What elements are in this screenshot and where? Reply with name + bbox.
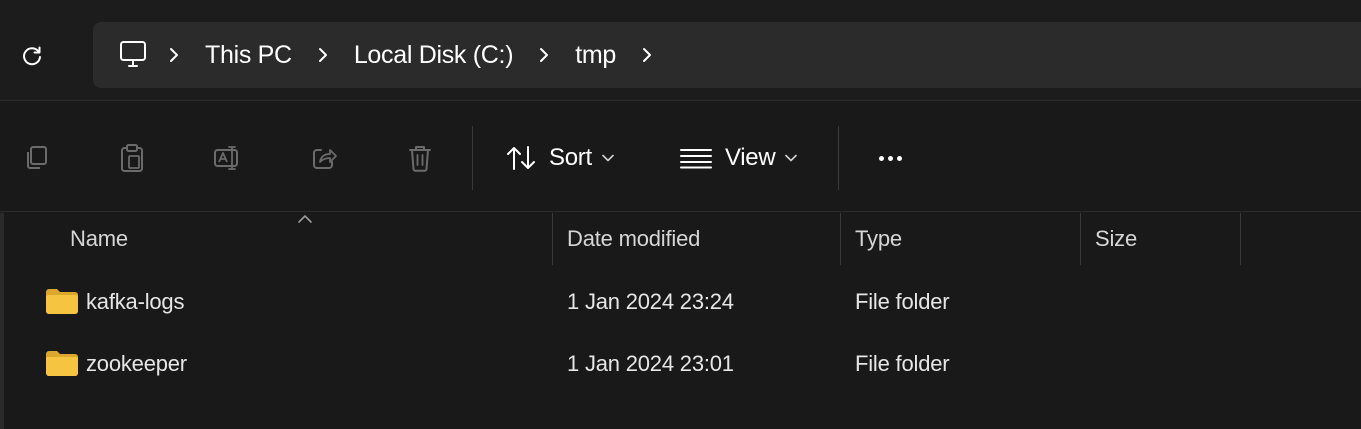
toolbar-separator bbox=[838, 126, 839, 190]
view-list-icon bbox=[680, 149, 712, 169]
view-button[interactable]: View bbox=[679, 136, 798, 180]
chevron-down-icon bbox=[785, 154, 798, 162]
breadcrumb-chevron-icon[interactable] bbox=[640, 48, 654, 62]
breadcrumb-chevron-icon[interactable] bbox=[167, 48, 181, 62]
refresh-button[interactable] bbox=[14, 38, 50, 74]
more-dot bbox=[896, 155, 902, 161]
file-date-modified: 1 Jan 2024 23:01 bbox=[567, 351, 734, 376]
column-date-modified[interactable]: Date modified bbox=[567, 213, 700, 265]
refresh-icon bbox=[23, 46, 41, 66]
column-divider[interactable] bbox=[1080, 213, 1081, 265]
toolbar-separator bbox=[472, 126, 473, 190]
folder-icon bbox=[46, 289, 78, 314]
file-explorer-window: This PC Local Disk (C:) tmp Sort View Na… bbox=[0, 0, 1361, 429]
more-dot bbox=[878, 155, 884, 161]
view-label: View bbox=[725, 144, 776, 171]
chevron-down-icon bbox=[602, 154, 614, 162]
rename-button[interactable] bbox=[210, 140, 246, 176]
file-date-modified: 1 Jan 2024 23:24 bbox=[567, 289, 734, 314]
more-options-button[interactable] bbox=[868, 146, 912, 170]
sort-button[interactable]: Sort bbox=[505, 136, 614, 180]
copy-button[interactable] bbox=[18, 140, 54, 176]
delete-button[interactable] bbox=[402, 140, 438, 176]
more-dot bbox=[887, 155, 893, 161]
paste-button[interactable] bbox=[114, 140, 150, 176]
breadcrumb-chevron-icon[interactable] bbox=[316, 48, 330, 62]
computer-icon bbox=[120, 41, 146, 67]
breadcrumb-local-disk[interactable]: Local Disk (C:) bbox=[346, 35, 521, 76]
computer-button[interactable] bbox=[115, 37, 151, 73]
command-bar: Sort View bbox=[0, 102, 1361, 212]
paste-icon bbox=[121, 144, 143, 172]
breadcrumb-chevron-icon[interactable] bbox=[537, 48, 551, 62]
breadcrumb-this-pc[interactable]: This PC bbox=[197, 35, 300, 76]
file-name: zookeeper bbox=[86, 351, 187, 376]
breadcrumb-tmp[interactable]: tmp bbox=[567, 35, 624, 76]
file-type: File folder bbox=[855, 289, 950, 314]
address-bar: This PC Local Disk (C:) tmp bbox=[0, 0, 1361, 101]
rename-icon bbox=[214, 146, 238, 170]
table-row[interactable]: zookeeper 1 Jan 2024 23:01 File folder bbox=[0, 334, 1361, 394]
folder-icon bbox=[46, 351, 78, 376]
column-size[interactable]: Size bbox=[1095, 213, 1137, 265]
column-divider[interactable] bbox=[1240, 213, 1241, 265]
share-button[interactable] bbox=[306, 140, 342, 176]
breadcrumb: This PC Local Disk (C:) tmp bbox=[93, 22, 1361, 88]
column-type[interactable]: Type bbox=[855, 213, 902, 265]
file-type: File folder bbox=[855, 351, 950, 376]
column-divider[interactable] bbox=[840, 213, 841, 265]
sort-icon bbox=[507, 146, 535, 170]
copy-icon bbox=[27, 146, 47, 169]
column-divider[interactable] bbox=[552, 213, 553, 265]
trash-icon bbox=[409, 146, 431, 172]
sort-ascending-icon bbox=[298, 215, 312, 223]
sort-label: Sort bbox=[549, 144, 592, 171]
file-name: kafka-logs bbox=[86, 289, 185, 314]
column-header: Name Date modified Type Size bbox=[0, 213, 1361, 265]
column-name[interactable]: Name bbox=[70, 213, 128, 265]
share-icon bbox=[313, 149, 337, 169]
table-row[interactable]: kafka-logs 1 Jan 2024 23:24 File folder bbox=[0, 272, 1361, 332]
